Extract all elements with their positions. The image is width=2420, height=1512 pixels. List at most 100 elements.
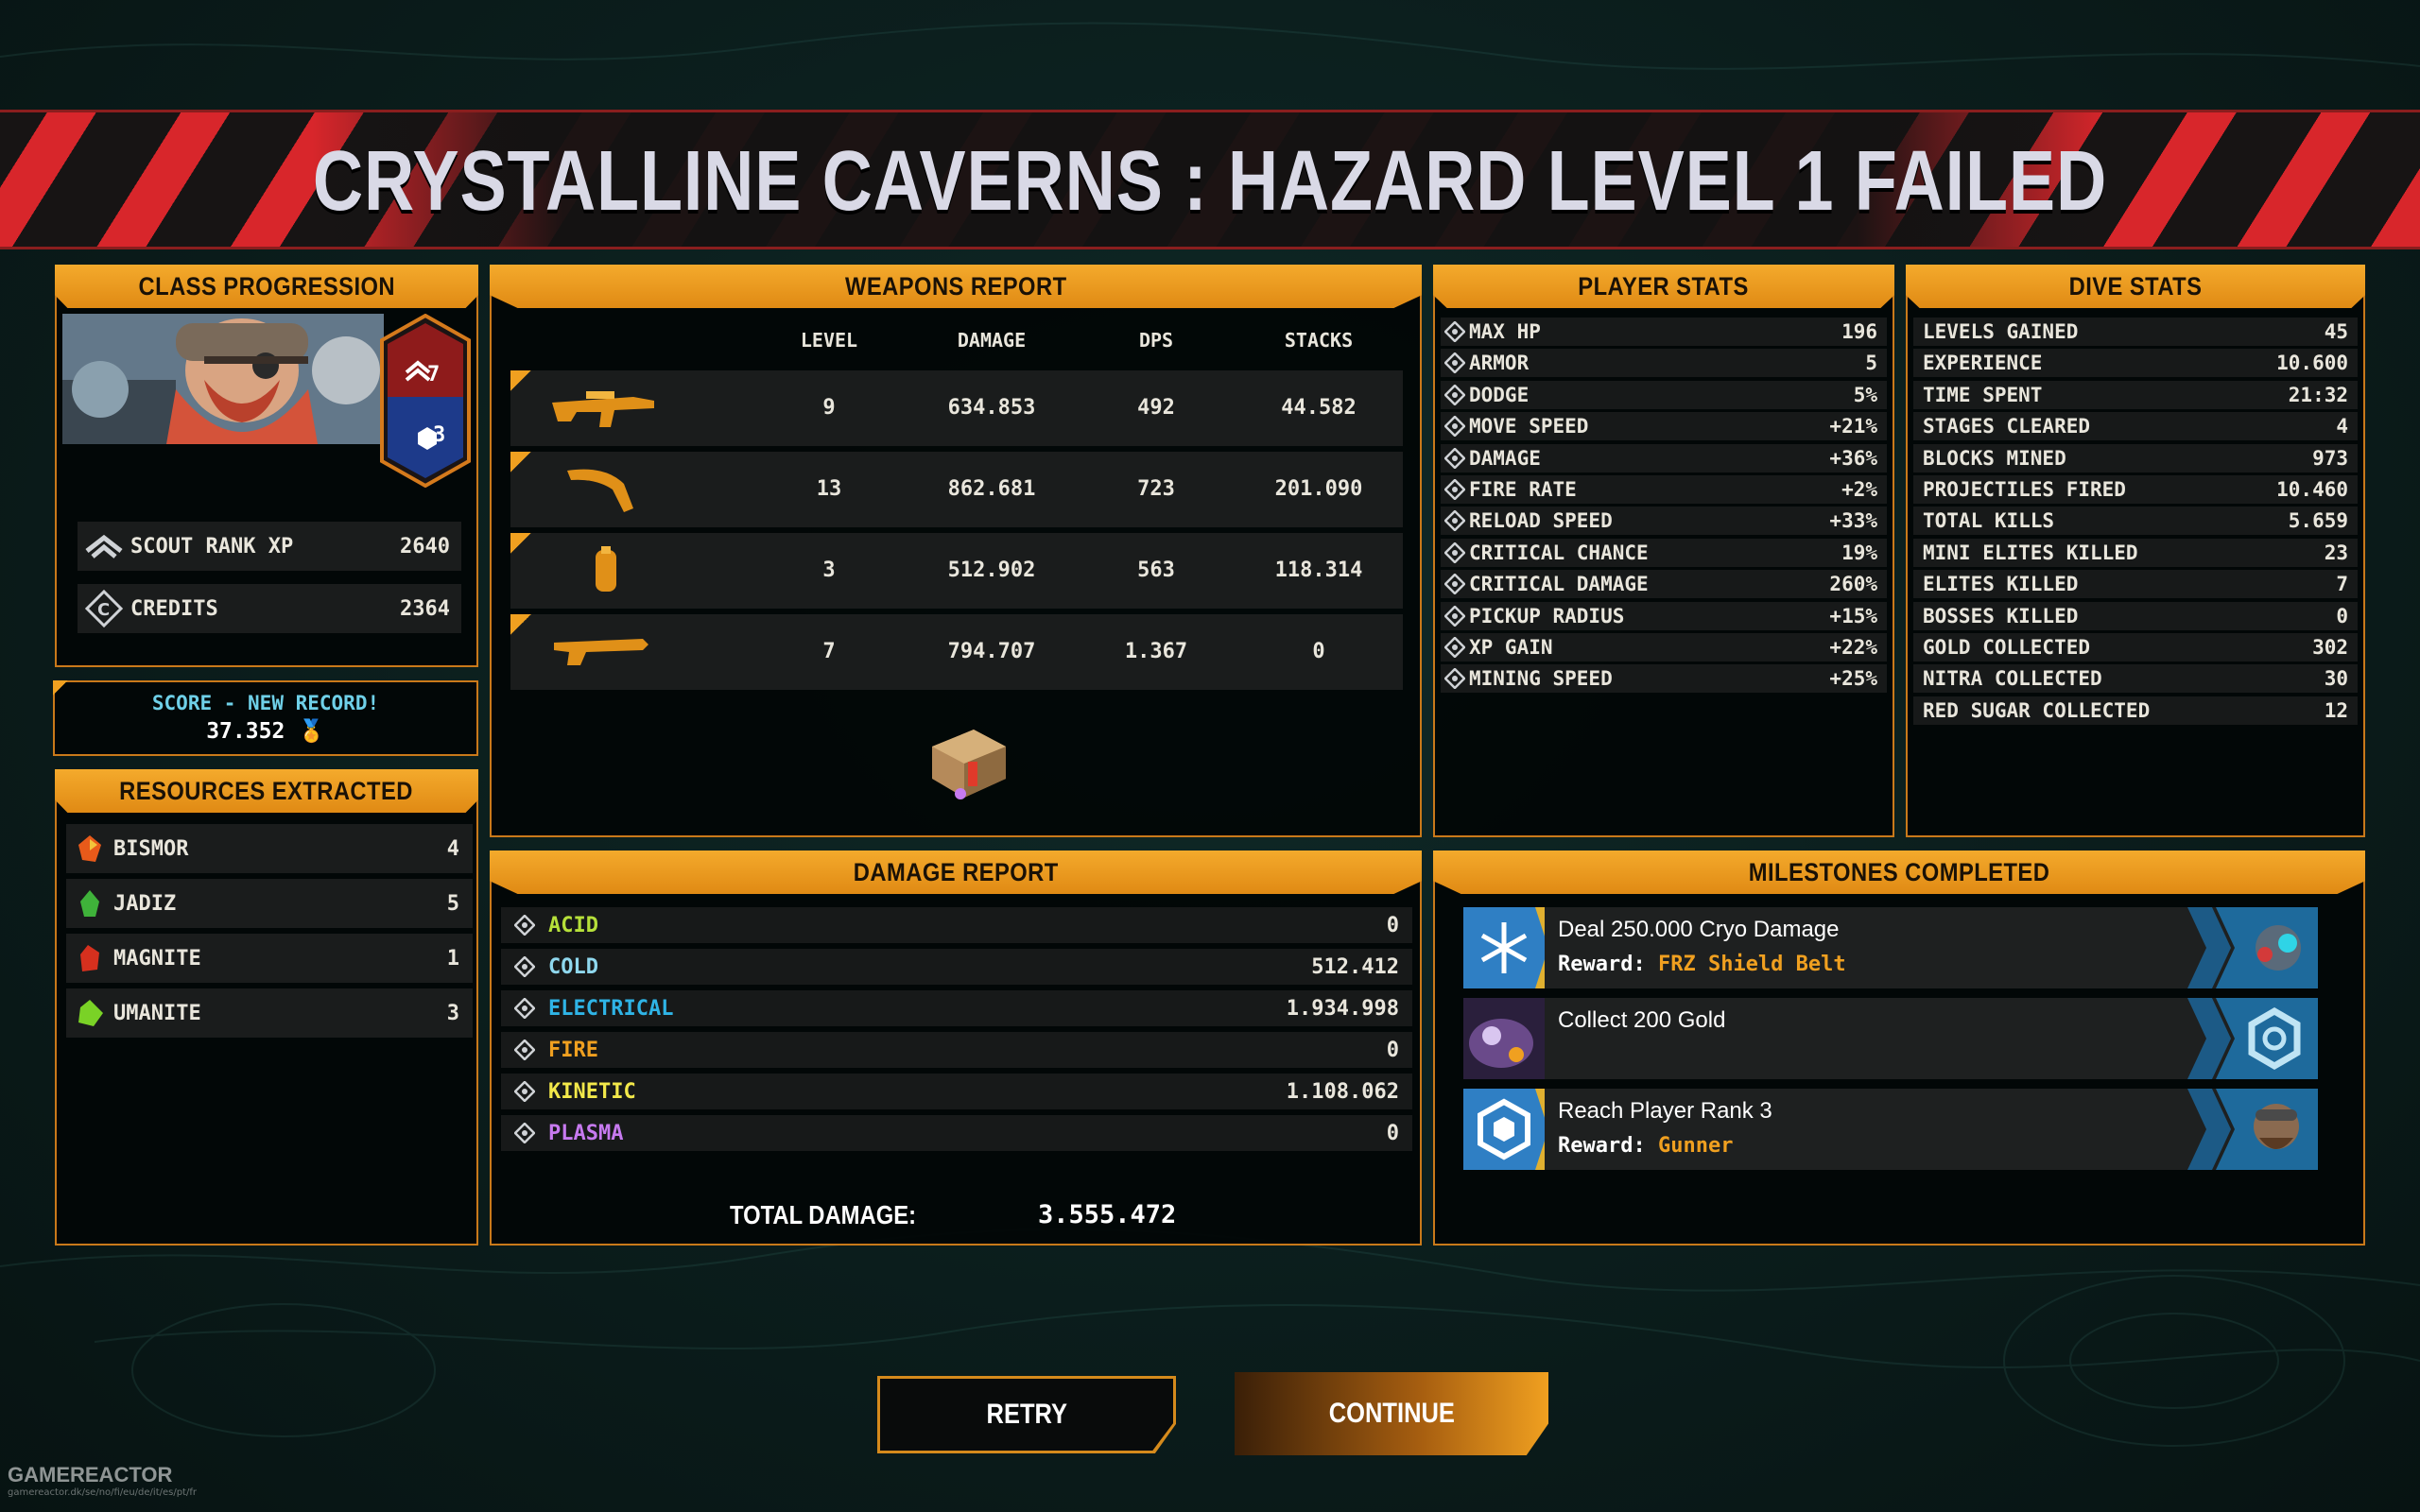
- dive-stat-row: STAGES CLEARED 4: [1913, 412, 2358, 441]
- player-stat-row: CRITICAL CHANCE 19%: [1441, 538, 1887, 567]
- scout-portrait: [62, 314, 384, 444]
- fire-rate-icon: [1441, 479, 1469, 500]
- player-stat-row: ARMOR 5: [1441, 349, 1887, 378]
- loot-crate-icon[interactable]: [923, 724, 1013, 803]
- dive-stat-row: ELITES KILLED 7: [1913, 570, 2358, 599]
- resource-row-umanite: UMANITE 3: [66, 988, 473, 1038]
- dive-stat-row: PROJECTILES FIRED 10.460: [1913, 475, 2358, 504]
- rank-badge: [380, 314, 471, 488]
- pickaxe-weapon-icon: [567, 469, 633, 512]
- player-stat-row: MAX HP 196: [1441, 318, 1887, 346]
- milestone-item[interactable]: Deal 250.000 Cryo Damage Reward: FRZ Shi…: [1463, 907, 2318, 988]
- gold-cave-icon: [1463, 998, 1545, 1079]
- class-progression-header: CLASS PROGRESSION: [55, 265, 478, 308]
- player-stat-row: PICKUP RADIUS +15%: [1441, 601, 1887, 630]
- armor-icon: [1441, 352, 1469, 374]
- dive-stat-row: NITRA COLLECTED 30: [1913, 664, 2358, 694]
- plasma-icon: [501, 1123, 548, 1143]
- cold-icon: [501, 956, 548, 977]
- score-value: 37.352: [206, 719, 285, 744]
- credits-icon: C: [78, 590, 130, 627]
- retry-button[interactable]: RETRY: [877, 1376, 1176, 1453]
- damage-type-row: ELECTRICAL 1.934.998: [501, 990, 1412, 1026]
- level-badge-value: 3: [433, 423, 446, 447]
- damage-type-row: KINETIC 1.108.062: [501, 1074, 1412, 1109]
- milestones-panel: MILESTONES COMPLETED Deal 250.000 Cryo D…: [1433, 850, 2365, 1246]
- player-stat-row: FIRE RATE +2%: [1441, 475, 1887, 504]
- player-stat-row: DODGE 5%: [1441, 380, 1887, 409]
- damage-type-row: FIRE 0: [501, 1032, 1412, 1068]
- watermark-logo: GAMEREACTOR: [8, 1463, 173, 1486]
- dive-stat-row: GOLD COLLECTED 302: [1913, 633, 2358, 662]
- umanite-icon: [66, 998, 113, 1028]
- total-damage-value: 3.555.472: [1038, 1200, 1177, 1229]
- svg-text:C: C: [97, 600, 110, 620]
- dive-stat-row: RED SUGAR COLLECTED 12: [1913, 696, 2358, 725]
- weapon-row[interactable]: 3 512.902 563 118.314: [510, 533, 1403, 609]
- hazard-banner: CRYSTALLINE CAVERNS : HAZARD LEVEL 1 FAI…: [0, 110, 2420, 249]
- dive-stat-row: LEVELS GAINED 45: [1913, 318, 2358, 346]
- weapon-row[interactable]: 13 862.681 723 201.090: [510, 452, 1403, 527]
- pickup-radius-icon: [1441, 605, 1469, 627]
- kinetic-icon: [501, 1081, 548, 1102]
- damage-icon: [1441, 447, 1469, 469]
- dive-stat-row: BLOCKS MINED 973: [1913, 443, 2358, 472]
- damage-type-row: COLD 512.412: [501, 949, 1412, 985]
- resources-header: RESOURCES EXTRACTED: [55, 769, 478, 813]
- damage-type-row: PLASMA 0: [501, 1115, 1412, 1151]
- player-stat-row: MOVE SPEED +21%: [1441, 412, 1887, 441]
- total-damage-label: TOTAL DAMAGE:: [730, 1200, 917, 1229]
- milestone-item[interactable]: Collect 200 Gold: [1463, 998, 2318, 1079]
- shotgun-icon: [554, 639, 648, 665]
- critical-chance-icon: [1441, 541, 1469, 563]
- player-stats-panel: PLAYER STATS MAX HP 196 ARMOR 5 DODGE 5% MOVE …: [1433, 265, 1894, 837]
- player-stats-header: PLAYER STATS: [1433, 265, 1894, 308]
- grenade-canister-icon: [596, 546, 616, 592]
- gunner-portrait-icon: [2187, 1089, 2318, 1170]
- bismor-icon: [66, 833, 113, 864]
- damage-report-panel: DAMAGE REPORT ACID 0 COLD 512.412 ELECTRICAL…: [490, 850, 1422, 1246]
- magnite-icon: [66, 943, 113, 973]
- dive-stat-row: BOSSES KILLED 0: [1913, 601, 2358, 630]
- score-box: SCORE - NEW RECORD! 37.352 🏅: [53, 680, 478, 756]
- damage-report-header: DAMAGE REPORT: [490, 850, 1422, 894]
- player-stat-row: XP GAIN +22%: [1441, 633, 1887, 662]
- dive-stat-row: TIME SPENT 21:32: [1913, 380, 2358, 409]
- jadiz-icon: [66, 888, 113, 919]
- score-title: SCORE - NEW RECORD!: [151, 692, 380, 714]
- resource-row-magnite: MAGNITE 1: [66, 934, 473, 983]
- dive-stat-row: TOTAL KILLS 5.659: [1913, 507, 2358, 536]
- xp-gain-icon: [1441, 637, 1469, 658]
- weapons-header-level: LEVEL: [800, 329, 858, 352]
- weapons-header-stacks: STACKS: [1284, 329, 1354, 352]
- mining-speed-icon: [1441, 668, 1469, 690]
- scout-rank-xp-row: SCOUT RANK XP 2640: [78, 522, 461, 571]
- player-stat-row: DAMAGE +36%: [1441, 443, 1887, 472]
- milestone-item[interactable]: Reach Player Rank 3 Reward: Gunner: [1463, 1089, 2318, 1170]
- cryo-snowflake-icon: [1463, 907, 1545, 988]
- dive-stat-row: MINI ELITES KILLED 23: [1913, 538, 2358, 567]
- weapons-report-panel: WEAPONS REPORT LEVEL DAMAGE DPS STACKS 9…: [490, 265, 1422, 837]
- weapons-report-header: WEAPONS REPORT: [490, 265, 1422, 308]
- weapon-row[interactable]: 7 794.707 1.367 0: [510, 614, 1403, 690]
- weapon-row[interactable]: 9 634.853 492 44.582: [510, 370, 1403, 446]
- hexagon-currency-icon: [2187, 998, 2318, 1079]
- milestones-header: MILESTONES COMPLETED: [1433, 850, 2365, 894]
- rank-badge-value: 7: [427, 363, 441, 387]
- max-hp-icon: [1441, 321, 1469, 342]
- medal-icon: 🏅: [298, 719, 325, 744]
- critical-damage-icon: [1441, 574, 1469, 595]
- assault-rifle-icon: [552, 391, 654, 427]
- dodge-icon: [1441, 384, 1469, 405]
- class-progression-panel: CLASS PROGRESSION 7 3 SCOUT RANK XP 2640: [55, 265, 478, 667]
- resources-panel: RESOURCES EXTRACTED BISMOR 4 JADIZ 5 MAG…: [55, 769, 478, 1246]
- player-stat-row: MINING SPEED +25%: [1441, 664, 1887, 694]
- continue-button[interactable]: CONTINUE: [1235, 1372, 1548, 1455]
- fire-icon: [501, 1040, 548, 1060]
- dive-stats-panel: DIVE STATS LEVELS GAINED 45 EXPERIENCE 10.6…: [1906, 265, 2365, 837]
- scout-rank-icon: [78, 532, 130, 560]
- weapons-header-damage: DAMAGE: [957, 329, 1027, 352]
- resource-row-jadiz: JADIZ 5: [66, 879, 473, 928]
- acid-icon: [501, 915, 548, 936]
- watermark-url: gamereactor.dk/se/no/fi/eu/de/it/es/pt/f…: [8, 1487, 197, 1498]
